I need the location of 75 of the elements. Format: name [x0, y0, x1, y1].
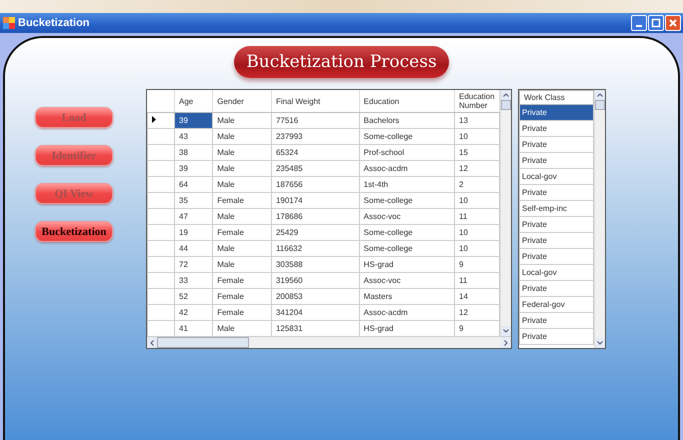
table-cell: Assoc-acdm: [359, 304, 454, 320]
table-cell: 39: [174, 160, 213, 176]
table-cell: Some-college: [359, 240, 454, 256]
maximize-icon: [650, 17, 662, 29]
table-cell: Female: [212, 288, 272, 304]
scrollbar-thumb[interactable]: [157, 337, 249, 348]
column-header[interactable]: Work Class: [519, 90, 594, 105]
vertical-scrollbar[interactable]: [594, 90, 605, 348]
close-icon: [667, 17, 679, 29]
column-header[interactable]: Education: [359, 90, 454, 112]
column-header[interactable]: Gender: [212, 90, 272, 112]
table-cell: Female: [212, 272, 272, 288]
table-cell: Male: [212, 240, 272, 256]
table-cell: 38: [174, 144, 213, 160]
table-cell: Male: [212, 160, 272, 176]
table-cell: 35: [174, 192, 213, 208]
table-cell: 72: [174, 256, 213, 272]
table-cell: 42: [174, 304, 213, 320]
table-cell: 47: [174, 208, 213, 224]
list-item[interactable]: Private: [519, 105, 594, 121]
table-cell: 52: [174, 288, 213, 304]
table-cell: Male: [212, 144, 272, 160]
table-cell: 341204: [271, 304, 360, 320]
table-cell: 237993: [271, 128, 360, 144]
scrollbar-thumb[interactable]: [595, 100, 605, 110]
table-cell: 39: [174, 112, 213, 128]
maximize-button[interactable]: [648, 15, 664, 31]
table-cell: Female: [212, 304, 272, 320]
table-cell: Male: [212, 128, 272, 144]
table-cell: Male: [212, 256, 272, 272]
table-cell: 65324: [271, 144, 360, 160]
table-cell: 319560: [271, 272, 360, 288]
table-cell: Masters: [359, 288, 454, 304]
column-header[interactable]: Age: [174, 90, 213, 112]
table-cell: 33: [174, 272, 213, 288]
table-cell: HS-grad: [359, 256, 454, 272]
table-cell: Male: [212, 208, 272, 224]
table-cell: Some-college: [359, 128, 454, 144]
close-button[interactable]: [665, 15, 681, 31]
scrollbar-thumb[interactable]: [501, 100, 511, 110]
vertical-scrollbar[interactable]: [500, 90, 511, 336]
table-cell: Male: [212, 176, 272, 192]
heading-banner: Bucketization Process: [234, 46, 449, 78]
minimize-icon: [636, 25, 642, 27]
minimize-button[interactable]: [631, 15, 647, 31]
table-cell: 64: [174, 176, 213, 192]
nav-button[interactable]: Bucketization: [35, 221, 113, 242]
table-cell: Female: [212, 192, 272, 208]
table-cell: Assoc-acdm: [359, 160, 454, 176]
table-cell: Some-college: [359, 224, 454, 240]
table-cell: 77516: [271, 112, 360, 128]
table-cell: 190174: [271, 192, 360, 208]
column-header[interactable]: Education Number: [454, 90, 500, 112]
table-cell: 25429: [271, 224, 360, 240]
table-cell: 43: [174, 128, 213, 144]
table-cell: Female: [212, 224, 272, 240]
table-cell: 303588: [271, 256, 360, 272]
table-cell: 1st-4th: [359, 176, 454, 192]
app-icon: [3, 17, 15, 29]
table-cell: 187656: [271, 176, 360, 192]
table-cell: Assoc-voc: [359, 272, 454, 288]
table-cell: Prof-school: [359, 144, 454, 160]
table-cell: 116632: [271, 240, 360, 256]
table-cell: Bachelors: [359, 112, 454, 128]
horizontal-scrollbar[interactable]: [147, 336, 511, 348]
window-title: Bucketization: [18, 17, 91, 29]
table-cell: 19: [174, 224, 213, 240]
table-cell: 235485: [271, 160, 360, 176]
table-cell: 178686: [271, 208, 360, 224]
table-cell: Some-college: [359, 192, 454, 208]
table-cell: Male: [212, 112, 272, 128]
table-cell: 200853: [271, 288, 360, 304]
column-header[interactable]: Final Weight: [271, 90, 360, 112]
table-cell: 44: [174, 240, 213, 256]
table-cell: Assoc-voc: [359, 208, 454, 224]
